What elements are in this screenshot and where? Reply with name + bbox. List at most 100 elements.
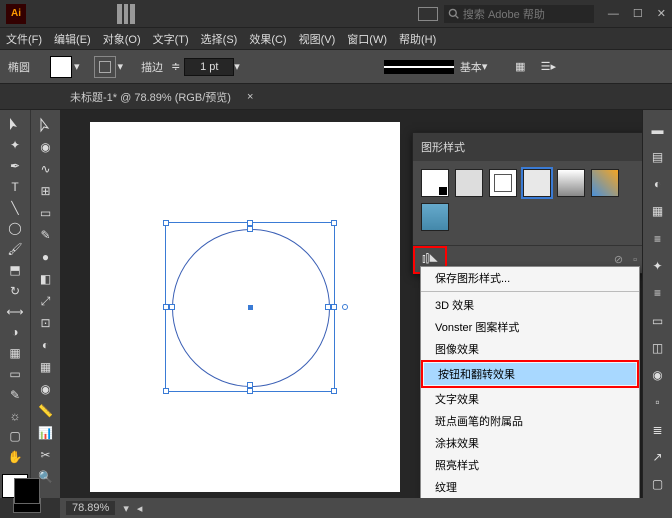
stroke-dec[interactable]: ≑	[171, 60, 180, 73]
fill-swatch[interactable]	[50, 56, 72, 78]
symbol-tool[interactable]: ☼	[3, 406, 27, 425]
minimize-button[interactable]: —	[608, 8, 619, 20]
dock-brushes[interactable]: ≡	[646, 226, 670, 251]
handle-tr[interactable]	[331, 220, 337, 226]
ctx-save-style[interactable]: 保存图形样式...	[421, 267, 639, 289]
stroke-weight-dropdown[interactable]: ▾	[234, 60, 240, 73]
layout-icon[interactable]	[116, 4, 136, 24]
handle-bl[interactable]	[163, 388, 169, 394]
eyedropper-tool[interactable]: ✎	[3, 385, 27, 404]
style-swatch-2[interactable]	[455, 169, 483, 197]
ctx-text-effect[interactable]: 文字效果	[421, 388, 639, 410]
handle-tl[interactable]	[163, 220, 169, 226]
dock-artboards[interactable]: ▢	[646, 472, 670, 497]
mesh-tool[interactable]: ▦	[34, 357, 58, 377]
ctx-image-effect[interactable]: 图像效果	[421, 338, 639, 360]
touch-type-tool[interactable]: ⊞	[34, 181, 58, 201]
ctx-illuminate[interactable]: 照亮样式	[421, 454, 639, 476]
dock-appearance[interactable]: ◉	[646, 363, 670, 388]
dock-stroke[interactable]: ≡	[646, 281, 670, 306]
shape-builder-tool[interactable]: ◑	[3, 323, 27, 342]
menu-object[interactable]: 对象(O)	[103, 31, 141, 47]
handle-r[interactable]	[331, 304, 337, 310]
slice-tool[interactable]: ✂	[34, 445, 58, 465]
brush-preview[interactable]	[384, 60, 454, 74]
rotate-tool[interactable]: ↻	[3, 281, 27, 300]
ctx-button-rollover[interactable]: 按钮和翻转效果	[424, 363, 636, 385]
curvature-tool[interactable]: ∿	[34, 159, 58, 179]
artboard-tool[interactable]: ▢	[3, 427, 27, 446]
style-icon[interactable]: ▦	[511, 58, 529, 76]
dock-graphic-styles[interactable]: ▫	[646, 390, 670, 415]
anchor-t[interactable]	[247, 226, 253, 232]
style-swatch-4[interactable]	[523, 169, 551, 197]
dock-layers[interactable]: ≣	[646, 417, 670, 442]
handle-b[interactable]	[247, 388, 253, 394]
document-tab[interactable]: 未标题-1* @ 78.89% (RGB/预览)	[62, 89, 239, 105]
handle-br[interactable]	[331, 388, 337, 394]
close-button[interactable]: ✕	[657, 7, 666, 20]
anchor-r[interactable]	[325, 304, 331, 310]
dock-properties[interactable]: ▬	[646, 117, 670, 142]
stroke-weight-input[interactable]: 1 pt	[184, 58, 234, 76]
fill-dropdown[interactable]: ▾	[74, 60, 80, 73]
ctx-texture[interactable]: 纹理	[421, 476, 639, 498]
style-swatch-5[interactable]	[557, 169, 585, 197]
style-swatch-1[interactable]	[421, 169, 449, 197]
selection-tool[interactable]	[3, 115, 27, 134]
dock-libraries[interactable]: ▤	[646, 144, 670, 169]
direct-selection-tool[interactable]	[34, 115, 58, 135]
free-transform-tool[interactable]: ⊡	[34, 313, 58, 333]
ellipse-tool[interactable]: ◯	[3, 219, 27, 238]
type-tool[interactable]: T	[3, 177, 27, 196]
hand-tool[interactable]: ✋	[3, 448, 27, 467]
dock-gradient[interactable]: ▭	[646, 308, 670, 333]
stroke-swatch[interactable]	[94, 56, 116, 78]
ctx-blob-brush[interactable]: 斑点画笔的附属品	[421, 410, 639, 432]
style-swatch-7[interactable]	[421, 203, 449, 231]
shaper-tool[interactable]: ⬒	[3, 261, 27, 280]
magic-wand-tool[interactable]: ✦	[3, 136, 27, 155]
anchor-b[interactable]	[247, 382, 253, 388]
perspective-tool[interactable]: ▦	[3, 344, 27, 363]
menu-select[interactable]: 选择(S)	[201, 31, 238, 47]
dock-transparency[interactable]: ◫	[646, 335, 670, 360]
blend-tool[interactable]: ◉	[34, 379, 58, 399]
eraser-tool[interactable]: ◧	[34, 269, 58, 289]
graph-tool[interactable]: 📊	[34, 423, 58, 443]
dock-symbols[interactable]: ✦	[646, 253, 670, 278]
ctx-scribble[interactable]: 涂抹效果	[421, 432, 639, 454]
lasso-tool[interactable]: ◉	[34, 137, 58, 157]
menu-file[interactable]: 文件(F)	[6, 31, 42, 47]
stroke-label[interactable]: 描边	[141, 59, 163, 75]
search-input[interactable]: 搜索 Adobe 帮助	[444, 5, 594, 23]
stroke-dropdown[interactable]: ▾	[118, 60, 124, 73]
width-tool[interactable]: ⟷	[3, 302, 27, 321]
dock-color[interactable]: ◐	[646, 172, 670, 197]
style-swatch-3[interactable]	[489, 169, 517, 197]
break-link-icon[interactable]: ⊘	[614, 253, 623, 266]
workspace-icon[interactable]	[418, 7, 438, 21]
stroke-color[interactable]	[14, 478, 40, 504]
pencil-tool[interactable]: ✎	[34, 225, 58, 245]
menu-effect[interactable]: 效果(C)	[249, 31, 286, 47]
graphic-styles-panel[interactable]: 图形样式 ≡ ⫾⫿◣ ⊘	[412, 132, 642, 274]
measure-tool[interactable]: 📏	[34, 401, 58, 421]
live-paint-tool[interactable]: ◐	[34, 335, 58, 355]
menu-window[interactable]: 窗口(W)	[347, 31, 387, 47]
canvas[interactable]: 图形样式 ≡ ⫾⫿◣ ⊘	[60, 110, 642, 498]
zoom-level[interactable]: 78.89%	[66, 501, 115, 515]
gradient-tool[interactable]: ▭	[3, 365, 27, 384]
anchor-l[interactable]	[169, 304, 175, 310]
menu-view[interactable]: 视图(V)	[299, 31, 336, 47]
style-swatch-6[interactable]	[591, 169, 619, 197]
zoom-dropdown-icon[interactable]: ▾	[123, 502, 129, 515]
ctx-3d[interactable]: 3D 效果	[421, 294, 639, 316]
new-style-icon[interactable]: ▫	[633, 254, 637, 266]
center-point[interactable]	[248, 305, 253, 310]
menu-type[interactable]: 文字(T)	[153, 31, 189, 47]
brush-dropdown[interactable]: ▾	[482, 60, 488, 73]
artboard[interactable]	[90, 122, 400, 492]
menu-edit[interactable]: 编辑(E)	[54, 31, 91, 47]
document-close-button[interactable]: ×	[247, 91, 253, 103]
